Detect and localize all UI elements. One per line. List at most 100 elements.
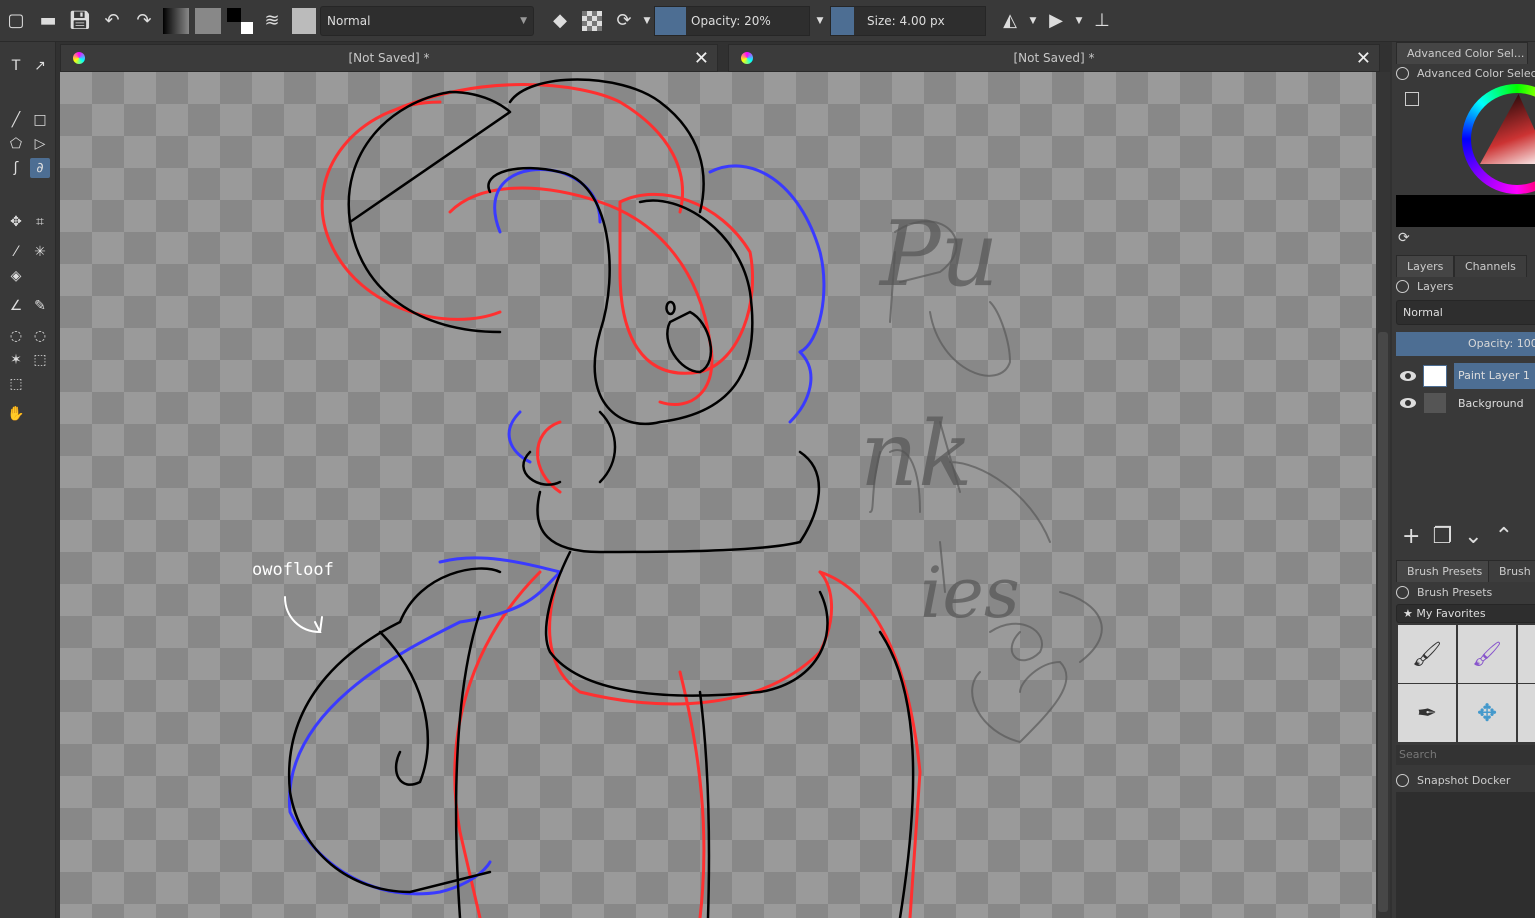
brush-preset-icon[interactable] — [288, 6, 320, 36]
star-icon: ★ — [1403, 607, 1417, 620]
blend-mode-select[interactable]: Normal ▼ — [320, 5, 534, 36]
document-tabs: [Not Saved] * ✕ [Not Saved] * ✕ — [60, 42, 1390, 72]
smart-patch-tool-icon[interactable]: ✳ — [30, 242, 50, 262]
line-tool-icon[interactable]: ╱ — [6, 110, 26, 130]
mirror-horizontal-icon[interactable]: ◭ — [994, 6, 1026, 36]
rectangle-tool-icon[interactable]: □ — [30, 110, 50, 130]
close-icon[interactable]: ✕ — [1356, 48, 1371, 69]
layer-row[interactable]: Background — [1396, 390, 1535, 416]
close-icon[interactable]: ✕ — [694, 48, 709, 69]
bezier-tool-icon[interactable]: ʃ — [6, 158, 26, 178]
layer-name: Paint Layer 1 — [1454, 363, 1535, 389]
text-tool-icon[interactable]: T — [6, 56, 26, 76]
wrap-around-icon[interactable]: ⊥ — [1086, 6, 1118, 36]
chevron-down-icon[interactable]: ▼ — [810, 6, 830, 36]
undo-icon[interactable]: ↶ — [96, 6, 128, 36]
redo-icon[interactable]: ↷ — [128, 6, 160, 36]
save-icon[interactable]: 💾︎ — [64, 6, 96, 36]
eyedropper-tool-icon[interactable]: ⁄ — [6, 242, 26, 262]
lock-icon[interactable] — [1396, 585, 1409, 599]
brush-presets-title: Brush Presets — [1396, 583, 1492, 601]
eye-icon[interactable] — [1400, 371, 1416, 381]
duplicate-layer-icon[interactable]: ❐ — [1432, 524, 1452, 549]
layer-thumbnail — [1423, 365, 1447, 387]
layers-title: Layers — [1396, 277, 1453, 295]
chevron-down-icon[interactable]: ▼ — [1072, 6, 1086, 36]
scrollbar-thumb[interactable] — [1378, 332, 1388, 912]
freehand-select-icon[interactable]: ◌ — [30, 326, 50, 346]
drawing-canvas[interactable]: owofloof Pu nk ies — [60, 72, 1376, 918]
color-history-bar[interactable] — [1396, 195, 1535, 227]
brush-preset-item[interactable]: 🖌︎ — [1458, 625, 1516, 683]
opacity-slider[interactable]: Opacity: 20% — [654, 5, 810, 36]
magic-wand-icon[interactable]: ✶ — [6, 350, 26, 370]
favorites-select[interactable]: ★ My Favorites — [1396, 604, 1535, 623]
eye-icon[interactable] — [1400, 398, 1416, 408]
tab-title: [Not Saved] * — [348, 51, 430, 65]
layer-thumbnail — [1424, 393, 1446, 413]
assistant-tool-icon[interactable]: ✎ — [30, 296, 50, 316]
chevron-down-icon[interactable]: ▼ — [1026, 6, 1040, 36]
move-layer-down-icon[interactable]: ⌄ — [1464, 524, 1482, 549]
pattern-icon[interactable] — [192, 6, 224, 36]
chevron-down-icon[interactable]: ▼ — [640, 6, 654, 36]
mirror-vertical-icon[interactable]: ▶ — [1040, 6, 1072, 36]
brush-preset-item[interactable] — [1518, 625, 1535, 683]
measure-tool-icon[interactable]: ∠ — [6, 296, 26, 316]
snapshot-list[interactable] — [1396, 792, 1535, 918]
calligraphy-tool-icon[interactable]: ↗ — [30, 56, 50, 76]
similar-select-icon[interactable]: ⬚ — [30, 350, 50, 370]
brush-preset-item[interactable]: 🖌︎ — [1398, 625, 1456, 683]
brush-preset-item[interactable]: ✒︎ — [1398, 684, 1456, 742]
krita-icon — [741, 52, 753, 64]
blend-mode-value: Normal — [327, 13, 371, 28]
gradient-icon[interactable] — [160, 6, 192, 36]
reload-icon[interactable]: ⟳ — [608, 6, 640, 36]
polygon-tool-icon[interactable]: ⬠ — [6, 134, 26, 154]
toolbox: T ↗ ╱ □ ⬠ ▷ ʃ ∂ ✥ ⌗ ⁄ ✳ ◈ ∠ ✎ ◌ ◌ ✶ ⬚ ⬚ … — [0, 42, 56, 918]
freehand-path-tool-icon[interactable]: ∂ — [30, 158, 50, 178]
layer-opacity-slider[interactable]: Opacity: 100% — [1396, 332, 1535, 356]
brush-preset-item[interactable] — [1518, 684, 1535, 742]
tab-channels[interactable]: Channels — [1454, 255, 1527, 277]
brush-preset-item[interactable]: ✥ — [1458, 684, 1516, 742]
tab-advanced-color[interactable]: Advanced Color Sel... — [1396, 42, 1528, 64]
move-layer-up-icon[interactable]: ⌃ — [1495, 524, 1513, 549]
eraser-icon[interactable]: ◆ — [544, 6, 576, 36]
refresh-icon[interactable]: ⟳ — [1398, 230, 1410, 246]
bezier-select-icon[interactable]: ⬚ — [6, 374, 26, 394]
color-selector-title: Advanced Color Selector — [1396, 64, 1535, 82]
right-dock: Advanced Color Sel... Advanced Color Sel… — [1392, 42, 1535, 918]
docker-title: Layers — [1417, 279, 1454, 293]
size-slider[interactable]: Size: 4.00 px — [830, 5, 986, 36]
add-layer-icon[interactable]: + — [1402, 524, 1420, 549]
layer-row[interactable]: Paint Layer 1 — [1396, 363, 1535, 389]
opacity-label: Opacity: 20% — [691, 13, 771, 28]
crop-tool-icon[interactable]: ⌗ — [30, 212, 50, 232]
handwriting-line: Pu — [880, 202, 999, 307]
sketch-strokes — [284, 78, 1103, 918]
open-icon[interactable]: ▬ — [32, 6, 64, 36]
pan-tool-icon[interactable]: ✋ — [6, 404, 26, 424]
ellipse-select-icon[interactable]: ◌ — [6, 326, 26, 346]
polyline-tool-icon[interactable]: ▷ — [30, 134, 50, 154]
alpha-lock-icon[interactable] — [576, 6, 608, 36]
settings-list-icon[interactable] — [1405, 92, 1419, 106]
tab-brush-presets-2[interactable]: Brush Presets — [1488, 560, 1535, 582]
tab-brush-presets[interactable]: Brush Presets — [1396, 560, 1494, 582]
lock-icon[interactable] — [1396, 773, 1409, 787]
fg-bg-color-icon[interactable] — [224, 6, 256, 36]
lock-icon[interactable] — [1396, 279, 1409, 293]
layer-blend-select[interactable]: Normal — [1396, 300, 1535, 325]
brush-search-input[interactable]: Search — [1396, 745, 1535, 765]
move-tool-icon[interactable]: ✥ — [6, 212, 26, 232]
document-tab-1[interactable]: [Not Saved] * ✕ — [60, 44, 718, 72]
new-document-icon[interactable]: ▢ — [0, 6, 32, 36]
brush-settings-icon[interactable]: ≋ — [256, 6, 288, 36]
canvas-scrollbar[interactable] — [1376, 72, 1390, 918]
fill-tool-icon[interactable]: ◈ — [6, 266, 26, 286]
lock-icon[interactable] — [1396, 66, 1409, 80]
document-tab-2[interactable]: [Not Saved] * ✕ — [728, 44, 1380, 72]
color-wheel[interactable] — [1462, 84, 1535, 194]
tab-layers[interactable]: Layers — [1396, 255, 1455, 277]
